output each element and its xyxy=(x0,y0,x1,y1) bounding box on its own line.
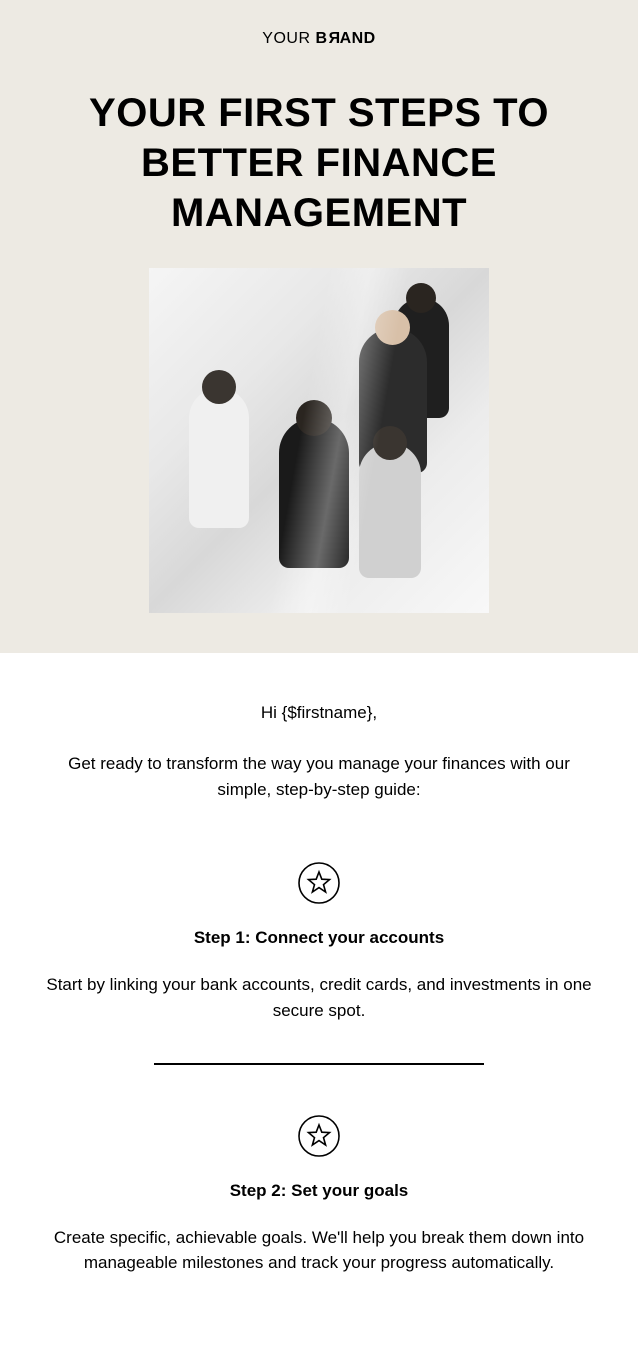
brand-text-1: YOUR xyxy=(262,30,315,47)
step-2-body: Create specific, achievable goals. We'll… xyxy=(40,1225,598,1276)
intro-text: Get ready to transform the way you manag… xyxy=(40,751,598,802)
greeting-text: Hi {$firstname}, xyxy=(40,703,598,723)
step-1: Step 1: Connect your accounts Start by l… xyxy=(40,862,598,1023)
step-2: Step 2: Set your goals Create specific, … xyxy=(40,1115,598,1276)
page-headline: YOUR FIRST STEPS TO BETTER FINANCE MANAG… xyxy=(30,88,608,238)
step-1-body: Start by linking your bank accounts, cre… xyxy=(40,972,598,1023)
star-icon xyxy=(298,862,340,904)
brand-text-flip: R xyxy=(328,30,340,48)
step-2-title: Step 2: Set your goals xyxy=(40,1181,598,1201)
brand-logo: YOUR BRAND xyxy=(30,30,608,48)
divider xyxy=(154,1063,484,1065)
step-1-title: Step 1: Connect your accounts xyxy=(40,928,598,948)
hero-section: YOUR BRAND YOUR FIRST STEPS TO BETTER FI… xyxy=(0,0,638,653)
content-section: Hi {$firstname}, Get ready to transform … xyxy=(0,653,638,1346)
star-icon xyxy=(298,1115,340,1157)
brand-text-2: B xyxy=(315,30,327,47)
hero-image xyxy=(149,268,489,613)
brand-text-3: AND xyxy=(340,30,376,47)
